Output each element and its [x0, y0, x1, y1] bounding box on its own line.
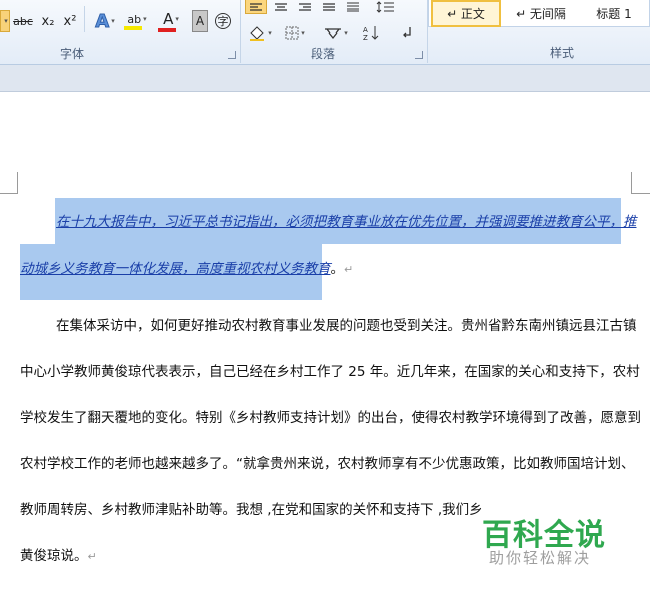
borders-icon — [285, 26, 299, 40]
paragraph-mark: ↵ — [87, 550, 97, 563]
styles-gallery: ↵ 正文 ↵ 无间隔 标题 1 — [428, 0, 650, 27]
align-center-button[interactable] — [271, 0, 291, 14]
text-effect-icon: A — [95, 10, 110, 32]
align-right-icon — [299, 3, 311, 11]
style-no-spacing[interactable]: ↵ 无间隔 — [505, 0, 577, 27]
svg-text:Z: Z — [363, 34, 368, 41]
line-spacing-icon — [376, 1, 394, 13]
highlight-button[interactable]: ab ▾ — [122, 10, 152, 32]
style-heading-1[interactable]: 标题 1 — [581, 0, 647, 27]
font-group-label: 字体 — [60, 47, 85, 61]
enclose-character-icon: 字 — [215, 13, 231, 29]
font-group: ▾ abc x₂ x² A ▾ ab ▾ A ▾ A 字 字体 — [0, 0, 240, 65]
highlight-icon: ab — [127, 12, 142, 26]
sort-button[interactable]: AZ — [361, 22, 383, 44]
paragraph-mark-icon — [403, 27, 411, 38]
line-spacing-button[interactable] — [373, 0, 399, 14]
sort-icon: AZ — [363, 26, 379, 41]
margin-corner-right — [631, 172, 650, 194]
margin-corner-left — [0, 172, 18, 194]
superscript-button[interactable]: x² — [60, 10, 80, 32]
font-dialog-launcher-icon[interactable] — [228, 51, 236, 59]
paragraph-line[interactable]: 黄俊琼说。↵ — [20, 547, 97, 566]
paragraph-dialog-launcher-icon[interactable] — [415, 51, 423, 59]
ruler-band — [0, 65, 650, 92]
chinese-layout-icon — [325, 28, 342, 40]
font-color-button[interactable]: A ▾ — [156, 10, 186, 32]
dropdown-partial-button[interactable]: ▾ — [0, 10, 10, 32]
watermark-subtitle: 助你轻松解决 — [489, 549, 592, 567]
align-center-icon — [275, 3, 287, 11]
shading-button[interactable]: ▾ — [245, 22, 275, 44]
font-color-bar — [158, 28, 176, 32]
ribbon: ▾ abc x₂ x² A ▾ ab ▾ A ▾ A 字 字体 ▾ ▾ ▾ A … — [0, 0, 650, 65]
paragraph-line[interactable]: 农村学校工作的老师也越来越多了。“就拿贵州来说，农村教师享有不少优惠政策，比如教… — [20, 455, 635, 473]
borders-button[interactable]: ▾ — [281, 22, 309, 44]
strikethrough-button[interactable]: abc — [12, 10, 34, 32]
align-left-button[interactable] — [245, 0, 267, 14]
character-shading-icon: A — [195, 14, 205, 28]
distribute-button[interactable] — [343, 0, 363, 14]
chinese-layout-button[interactable]: ▾ — [321, 22, 351, 44]
paragraph-line[interactable]: 教师周转房、乡村教师津贴补助等。我想 ,在党和国家的关怀和支持下 ,我们乡 — [20, 501, 483, 519]
enclose-character-button[interactable]: 字 — [214, 10, 232, 32]
subscript-button[interactable]: x₂ — [38, 10, 58, 32]
paragraph-line[interactable]: 在集体采访中，如何更好推动农村教育事业发展的问题也受到关注。贵州省黔东南州镇远县… — [56, 317, 637, 335]
text-effect-button[interactable]: A ▾ — [90, 10, 120, 32]
highlight-color-bar — [124, 25, 142, 30]
paragraph-line[interactable]: 中心小学教师黄俊琼代表表示，自己已经在乡村工作了 25 年。近几年来，在国家的关… — [20, 363, 640, 381]
paragraph-mark: ↵ — [344, 263, 354, 276]
paragraph-line[interactable]: 学校发生了翻天覆地的变化。特别《乡村教师支持计划》的出台，使得农村教学环境得到了… — [20, 409, 641, 427]
font-color-icon: A — [163, 10, 174, 28]
justify-icon — [323, 3, 335, 11]
align-right-button[interactable] — [295, 0, 315, 14]
paint-bucket-icon — [250, 26, 265, 41]
character-shading-button[interactable]: A — [192, 10, 208, 32]
styles-group-label: 样式 — [550, 46, 575, 60]
align-left-icon — [250, 2, 262, 11]
paragraph-group: ▾ ▾ ▾ AZ 段落 — [241, 0, 427, 65]
show-marks-button[interactable] — [397, 22, 417, 44]
svg-text:A: A — [363, 26, 368, 34]
divider — [84, 6, 85, 32]
selected-text-line[interactable]: 动城乡义务教育一体化发展，高度重视农村义务教育。↵ — [20, 260, 353, 279]
paragraph-group-label: 段落 — [311, 47, 336, 61]
distribute-icon — [347, 2, 359, 12]
justify-button[interactable] — [319, 0, 339, 14]
style-normal[interactable]: ↵ 正文 — [431, 0, 501, 27]
selected-text-line[interactable]: 在十九大报告中，习近平总书记指出，必须把教育事业放在优先位置，并强调要推进教育公… — [56, 213, 637, 231]
